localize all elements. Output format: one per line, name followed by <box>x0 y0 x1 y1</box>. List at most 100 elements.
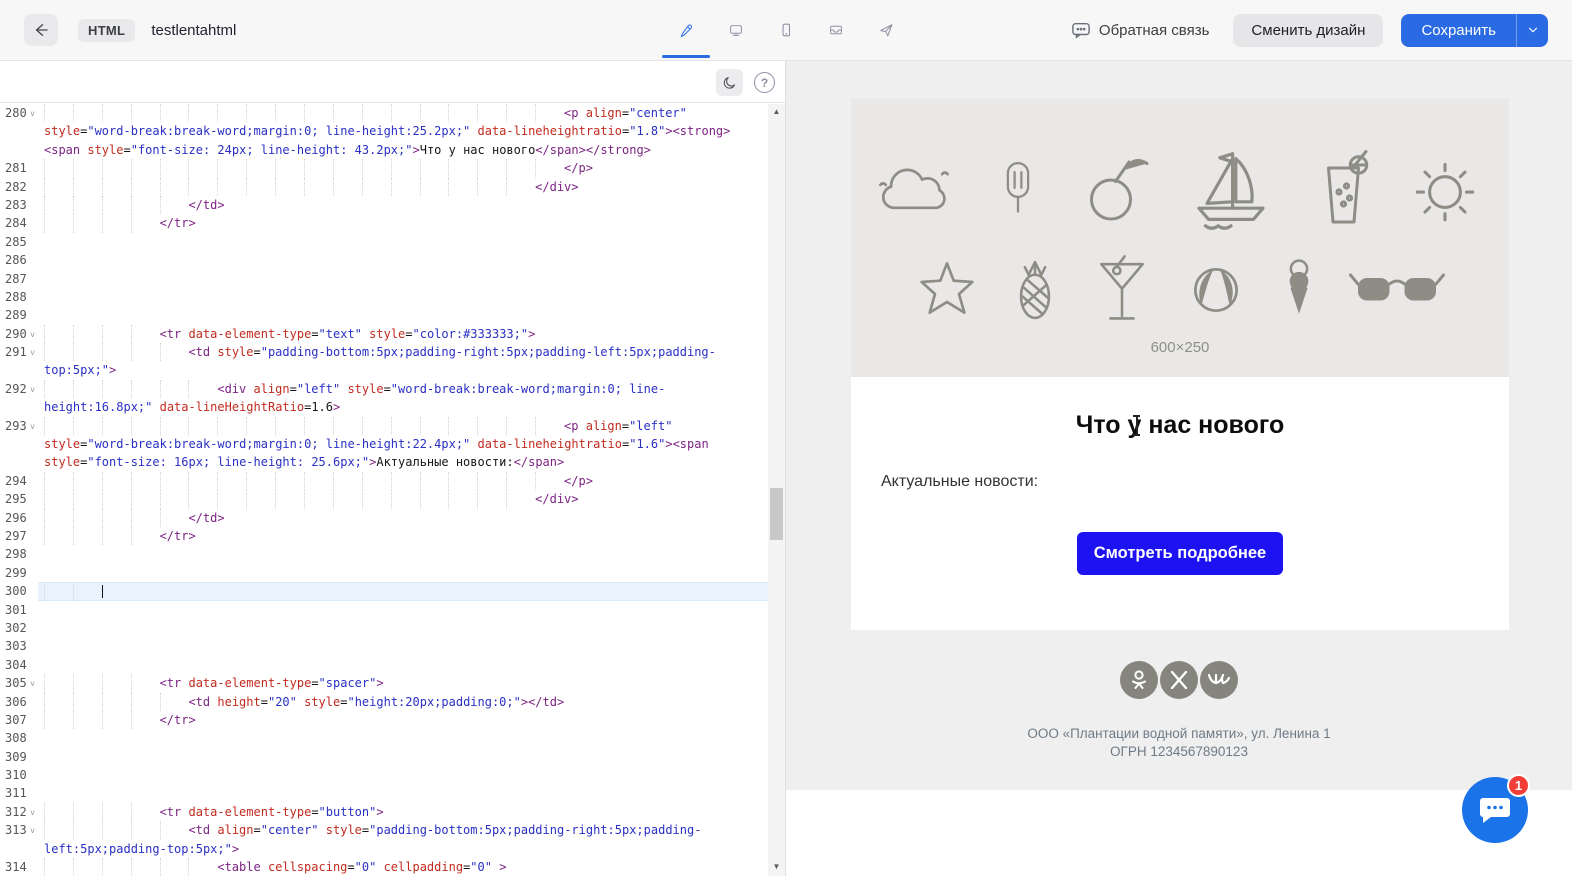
save-button[interactable]: Сохранить <box>1401 13 1516 47</box>
sunglasses-icon <box>1349 273 1445 301</box>
feedback-bubble-icon <box>1072 22 1090 39</box>
code-line[interactable]: 294 </p> <box>0 471 768 491</box>
smartphone-icon <box>782 23 791 37</box>
chat-widget-button[interactable]: 1 <box>1462 774 1530 843</box>
pencil-icon <box>680 24 692 37</box>
send-test-tab[interactable] <box>873 17 899 43</box>
code-line[interactable]: 286 <box>0 251 768 270</box>
code-line[interactable]: 305 v <tr data-element-type="spacer"> <box>0 674 768 693</box>
code-line[interactable]: 307 </tr> <box>0 710 768 730</box>
scroll-up-arrow[interactable]: ▲ <box>768 104 785 119</box>
x-twitter-icon[interactable] <box>1160 661 1198 699</box>
code-line[interactable]: 299 <box>0 563 768 583</box>
lemonade-glass-icon <box>1327 150 1369 224</box>
code-line[interactable]: 284 </tr> <box>0 214 768 233</box>
code-line[interactable]: 283 </td> <box>0 195 768 215</box>
code-line[interactable]: 292 v <div align="left" style="word-break:… <box>0 379 768 399</box>
code-line[interactable]: 300 <box>0 582 768 601</box>
back-button[interactable] <box>24 14 58 46</box>
monitor-icon <box>730 25 742 36</box>
inbox-preview-tab[interactable] <box>823 17 849 43</box>
scroll-down-arrow[interactable]: ▼ <box>768 859 785 874</box>
code-line[interactable]: style="word-break:break-word;margin:0; l… <box>0 435 768 454</box>
help-button[interactable]: ? <box>754 72 775 93</box>
code-line[interactable]: 295 </div> <box>0 490 768 509</box>
sailboat-icon <box>1197 152 1265 230</box>
email-content-block: Что у нас нового Актуальные новости: Смо… <box>851 377 1509 630</box>
arrow-left-icon <box>35 24 48 36</box>
file-type-badge: HTML <box>78 18 136 42</box>
coconut-drink-icon <box>1090 159 1149 221</box>
view-mode-tabs <box>662 17 899 58</box>
mobile-preview-tab[interactable] <box>773 17 799 43</box>
code-editor-panel: ? 280 v <p align="center" style="word-break… <box>0 61 786 876</box>
code-line[interactable]: height:16.8px;" data-lineHeightRatio=1.6… <box>0 398 768 417</box>
sun-icon <box>1415 162 1475 222</box>
code-line[interactable]: 298 <box>0 545 768 564</box>
code-textarea[interactable]: 280 v <p align="center" style="word-break:b… <box>0 104 768 876</box>
code-line[interactable]: 285 <box>0 232 768 252</box>
code-line[interactable]: 303 <box>0 637 768 656</box>
code-line[interactable]: 290 v <tr data-element-type="text" style="… <box>0 324 768 344</box>
chat-notification-badge: 1 <box>1507 774 1530 797</box>
code-line[interactable]: left:5px;padding-top:5px;"> <box>0 839 768 859</box>
code-line[interactable]: <span style="font-size: 24px; line-heigh… <box>0 140 768 160</box>
email-heading[interactable]: Что у нас нового <box>851 377 1509 440</box>
moon-icon <box>723 76 736 89</box>
code-line[interactable]: 287 <box>0 269 768 288</box>
footer-company-line: ООО «Плантации водной памяти», ул. Ленин… <box>1027 726 1331 741</box>
file-title: testlentahtml <box>151 21 237 39</box>
starfish-icon <box>920 262 974 314</box>
text-cursor-ibeam <box>1132 415 1141 436</box>
email-body-text[interactable]: Актуальные новости: <box>881 473 1038 491</box>
footer-ogrn-line: ОГРН 1234567890123 <box>1110 743 1248 759</box>
code-line[interactable]: 302 <box>0 618 768 638</box>
feedback-label: Обратная связь <box>1098 21 1210 39</box>
code-line[interactable]: 296 </td> <box>0 508 768 527</box>
code-line[interactable]: top:5px;"> <box>0 361 768 380</box>
code-line[interactable]: 301 <box>0 600 768 619</box>
code-line[interactable]: 314 <table cellspacing="0" cellpadding="0… <box>0 858 768 876</box>
editor-scrollbar[interactable]: ▲ ▼ <box>768 104 785 876</box>
code-line[interactable]: 297 </tr> <box>0 526 768 546</box>
code-line[interactable]: style="font-size: 16px; line-height: 25.… <box>0 453 768 472</box>
code-line[interactable]: 304 <box>0 655 768 675</box>
scrollbar-thumb[interactable] <box>770 488 783 540</box>
code-line[interactable]: 288 <box>0 287 768 307</box>
code-line[interactable]: 282 </div> <box>0 177 768 196</box>
placeholder-size-label: 600×250 <box>1150 339 1210 356</box>
code-line[interactable]: 289 <box>0 306 768 325</box>
save-options-button[interactable] <box>1516 13 1548 47</box>
code-line[interactable]: 293 v <p align="left" <box>0 416 768 436</box>
change-design-button[interactable]: Сменить дизайн <box>1233 13 1384 47</box>
cloud-icon <box>879 168 949 210</box>
active-tab-underline <box>662 55 710 58</box>
save-split-button: Сохранить <box>1401 13 1548 47</box>
code-line[interactable]: 306 <td height="20" style="height:20px;pa… <box>0 692 768 711</box>
feedback-button[interactable]: Обратная связь <box>1065 20 1216 40</box>
code-line[interactable]: 291 v <td style="padding-bottom:5px;paddin… <box>0 343 768 362</box>
odnoklassniki-icon[interactable] <box>1120 661 1158 699</box>
code-line[interactable]: 313 v <td align="center" style="padding-bo… <box>0 821 768 840</box>
header-image-placeholder[interactable]: 600×250 <box>851 99 1509 377</box>
email-background: 600×250 Что у нас нового Актуальные ново… <box>786 61 1572 790</box>
code-line[interactable]: 280 v <p align="center" <box>0 104 768 123</box>
vk-icon[interactable] <box>1200 661 1238 699</box>
code-line[interactable]: 309 <box>0 747 768 767</box>
email-footer: ООО «Плантации водной памяти», ул. Ленин… <box>786 725 1572 760</box>
chevron-down-icon <box>1528 27 1537 33</box>
email-cta-button[interactable]: Смотреть подробнее <box>1077 532 1283 575</box>
dark-mode-toggle[interactable] <box>716 69 743 96</box>
text-caret <box>101 585 104 599</box>
ice-cream-icon <box>1289 259 1309 314</box>
beach-ball-icon <box>1194 268 1238 312</box>
code-line[interactable]: 281 </p> <box>0 159 768 178</box>
edit-pencil-tab[interactable] <box>662 17 710 58</box>
code-line[interactable]: 312 v <tr data-element-type="button"> <box>0 802 768 822</box>
code-line[interactable]: style="word-break:break-word;margin:0; l… <box>0 122 768 141</box>
code-line[interactable]: 310 <box>0 766 768 785</box>
code-line[interactable]: 311 <box>0 784 768 803</box>
code-line[interactable]: 308 <box>0 729 768 748</box>
email-preview-panel: 600×250 Что у нас нового Актуальные ново… <box>786 61 1572 876</box>
desktop-preview-tab[interactable] <box>723 17 749 43</box>
